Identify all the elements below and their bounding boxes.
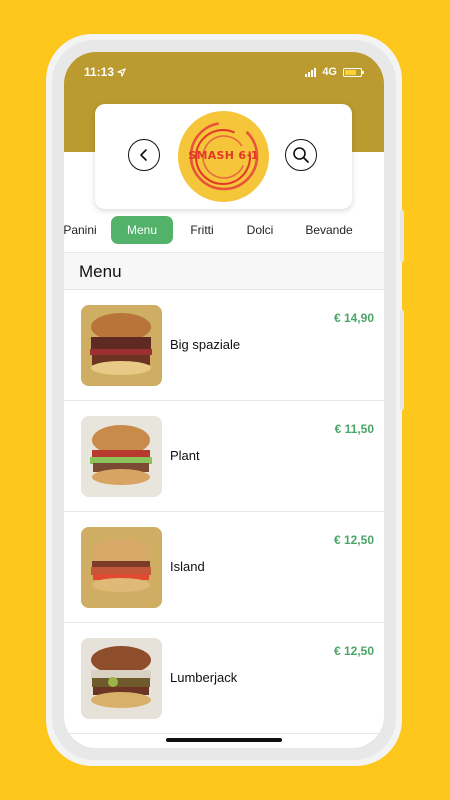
tab-fritti[interactable]: Fritti xyxy=(182,216,222,244)
section-title: Menu xyxy=(79,262,122,281)
clock: 11:13 xyxy=(84,65,115,79)
battery-icon xyxy=(343,67,364,77)
logo-card: SMASH 6·1 xyxy=(95,104,352,209)
location-arrow-icon xyxy=(117,67,126,77)
search-button[interactable] xyxy=(285,139,317,171)
menu-item-lumberjack[interactable]: Lumberjack € 12,50 xyxy=(64,623,384,734)
power-button xyxy=(400,210,404,262)
tab-dolci[interactable]: Dolci xyxy=(239,216,281,244)
status-bar: 11:13 4G xyxy=(64,52,384,92)
item-name: Island xyxy=(170,559,205,574)
menu-item-island[interactable]: Island € 12,50 xyxy=(64,512,384,623)
menu-item-plant[interactable]: Plant € 11,50 xyxy=(64,401,384,512)
menu-item-big-spaziale[interactable]: Big spaziale € 14,90 xyxy=(64,290,384,401)
burger-image xyxy=(81,305,162,386)
burger-image xyxy=(81,416,162,497)
home-indicator[interactable] xyxy=(166,738,282,742)
app-screen: 11:13 4G SMASH 6·1 Panini Menu Fritti Do… xyxy=(64,52,384,748)
back-button[interactable] xyxy=(128,139,160,171)
category-tabs: Panini Menu Fritti Dolci Bevande xyxy=(64,216,384,246)
search-icon xyxy=(293,147,309,163)
item-name: Big spaziale xyxy=(170,337,241,352)
brand-logo: SMASH 6·1 xyxy=(178,111,269,202)
volume-button xyxy=(400,310,404,410)
chevron-left-icon xyxy=(140,149,147,161)
status-time: 11:13 xyxy=(84,65,126,79)
item-name: Lumberjack xyxy=(170,670,238,685)
logo-text: SMASH 6·1 xyxy=(188,149,259,162)
network-label: 4G xyxy=(322,66,337,78)
signal-icon xyxy=(305,67,317,77)
section-header: Menu xyxy=(64,252,384,290)
item-price: € 14,90 xyxy=(333,311,374,325)
item-price: € 12,50 xyxy=(333,533,374,547)
item-price: € 11,50 xyxy=(334,422,374,436)
item-name: Plant xyxy=(170,448,200,463)
tab-panini[interactable]: Panini xyxy=(64,216,102,244)
tab-menu[interactable]: Menu xyxy=(111,216,173,244)
item-price: € 12,50 xyxy=(333,644,374,658)
menu-list: Big spaziale € 14,90 Plant € 11,50 Islan… xyxy=(64,290,384,734)
tab-bevande[interactable]: Bevande xyxy=(300,216,358,244)
burger-image xyxy=(81,527,162,608)
burger-image xyxy=(81,638,162,719)
status-indicators: 4G xyxy=(305,66,364,78)
